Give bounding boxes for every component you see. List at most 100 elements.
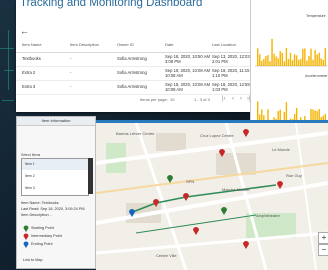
- intermediary-marker-icon[interactable]: [277, 181, 283, 189]
- info-last-read: Last Read: Sep 18, 2020, 3:09:24 PM: [21, 207, 85, 211]
- end-marker-icon[interactable]: [221, 207, 227, 215]
- column-header-date[interactable]: Date: [165, 42, 173, 47]
- arrow-left-icon[interactable]: ←: [20, 26, 29, 36]
- pagination-range: 1 - 3 of 3: [194, 97, 210, 102]
- chart-bar: [275, 56, 277, 66]
- cell-item-name: Extra 2: [22, 70, 36, 75]
- chart-bar: [285, 48, 288, 66]
- chart-bar: [312, 59, 314, 66]
- chart-bar: [302, 48, 304, 66]
- first-page-icon[interactable]: |‹: [222, 96, 226, 102]
- chart-bar: [257, 48, 259, 66]
- chart-bar: [304, 48, 306, 66]
- chart-bar: [269, 61, 271, 66]
- chart-bar: [308, 56, 310, 66]
- intermediary-marker-icon[interactable]: [243, 129, 249, 137]
- items-listbox[interactable]: Item 1 Item 2 Item 3: [21, 158, 89, 196]
- items-per-page-select[interactable]: 10: [170, 97, 174, 102]
- zoom-out-button[interactable]: −: [318, 244, 328, 256]
- cell-last-location-time: 1:03 PM: [212, 87, 228, 92]
- intermediary-marker-icon[interactable]: [183, 193, 189, 201]
- cell-date-time: 10:08 AM: [165, 73, 183, 78]
- info-item-description: Item Description: -: [21, 213, 52, 217]
- chart-bar: [298, 59, 300, 66]
- chevron-left-icon[interactable]: ‹: [232, 96, 234, 102]
- cell-owner-id: Sofia Armstrong: [117, 56, 147, 61]
- chart-bar: [265, 56, 267, 66]
- chart-bar: [267, 55, 269, 66]
- chart-bar: [300, 58, 302, 66]
- info-item-name: Item Name: Textbooks: [21, 201, 59, 205]
- chart-bar: [261, 60, 263, 66]
- chart-bar: [287, 59, 290, 66]
- cell-owner-id: Sofia Armstrong: [117, 70, 147, 75]
- chart-bar: [320, 58, 322, 66]
- legend-label: Ending Point: [31, 242, 53, 246]
- background-decoration: [8, 30, 9, 90]
- legend-label: Starting Point: [31, 226, 54, 230]
- table-row[interactable]: Extra 2 - Sofia Armstrong Sep 18, 2020, …: [16, 67, 254, 81]
- background-decoration: [2, 100, 14, 101]
- chart-bar: [314, 49, 316, 66]
- zoom-in-button[interactable]: +: [318, 232, 328, 244]
- tracking-map[interactable]: Barrios Lehrer Centre Cruz Lopez Centre …: [96, 120, 328, 270]
- intermediary-marker-icon[interactable]: [193, 227, 199, 235]
- listbox-scrollbar[interactable]: [88, 158, 93, 194]
- chart-bar: [273, 53, 275, 66]
- select-items-label: Select Items: [21, 153, 41, 157]
- cell-item-name: Extra 3: [22, 84, 36, 89]
- column-header-item-description[interactable]: Item Description: [70, 42, 99, 47]
- list-item[interactable]: Item 1: [22, 159, 88, 170]
- intermediary-marker-icon[interactable]: [219, 149, 225, 157]
- chart-bar: [293, 54, 296, 66]
- chart-bar: [295, 55, 298, 66]
- table-row[interactable]: Textbooks - Sofia Armstrong Sep 18, 2020…: [16, 53, 254, 67]
- chart-bar: [318, 52, 320, 66]
- intermediary-marker-icon: [23, 233, 29, 240]
- chart-bar: [289, 52, 292, 66]
- page-title: Tracking and Monitoring Dashboard: [20, 0, 203, 9]
- chart-bar: [279, 51, 281, 66]
- cell-owner-id: Sofia Armstrong: [117, 84, 147, 89]
- list-item[interactable]: Item 3: [22, 183, 88, 194]
- end-marker-icon: [23, 241, 29, 248]
- cell-item-description: -: [70, 84, 72, 89]
- start-marker-icon[interactable]: [129, 209, 135, 217]
- end-marker-icon[interactable]: [167, 175, 173, 183]
- chevron-right-icon[interactable]: ›: [240, 96, 242, 102]
- chart-bar: [322, 59, 324, 66]
- temperature-chart: [255, 38, 327, 67]
- chart-bar: [271, 38, 273, 66]
- chart-bar: [283, 61, 286, 66]
- table-header: Item Name Item Description Owner ID Date…: [16, 40, 254, 53]
- column-header-item-name[interactable]: Item Name: [22, 42, 42, 47]
- map-markers: [129, 129, 283, 249]
- intermediary-marker-icon[interactable]: [243, 241, 249, 249]
- table-row[interactable]: Extra 3 - Sofia Armstrong Sep 18, 2020, …: [16, 81, 254, 95]
- cell-last-location-time: 1:10 PM: [212, 73, 228, 78]
- list-item[interactable]: Item 2: [22, 171, 88, 182]
- temperature-bars: [257, 38, 327, 66]
- items-table-card: Tracking and Monitoring Dashboard ← Item…: [16, 0, 254, 112]
- chart-bar: [281, 52, 283, 66]
- chart-bar: [291, 60, 294, 66]
- legend-label: Intermediary Point: [31, 234, 62, 238]
- background-decoration: [0, 48, 14, 49]
- chart-bar: [263, 58, 265, 66]
- items-per-page-label: Items per page:: [140, 97, 168, 102]
- chart-bar: [259, 54, 261, 66]
- chart-bar: [310, 48, 312, 66]
- intermediary-marker-icon[interactable]: [153, 199, 159, 207]
- cell-item-description: -: [70, 70, 72, 75]
- chart-bar: [316, 54, 318, 66]
- cell-date-time: 3:09 PM: [165, 59, 181, 64]
- column-header-owner-id[interactable]: Owner ID: [117, 42, 134, 47]
- start-marker-icon: [23, 225, 29, 232]
- cell-item-name: Textbooks: [22, 56, 41, 61]
- item-information-panel: Item Information Select Items Item 1 Ite…: [16, 116, 96, 269]
- chart-bar: [324, 48, 327, 66]
- map-link[interactable]: Link to Map: [23, 258, 43, 262]
- column-header-last-location[interactable]: Last Location: [212, 42, 236, 47]
- chart-bar: [306, 60, 308, 66]
- panel-header: Item Information: [17, 117, 95, 126]
